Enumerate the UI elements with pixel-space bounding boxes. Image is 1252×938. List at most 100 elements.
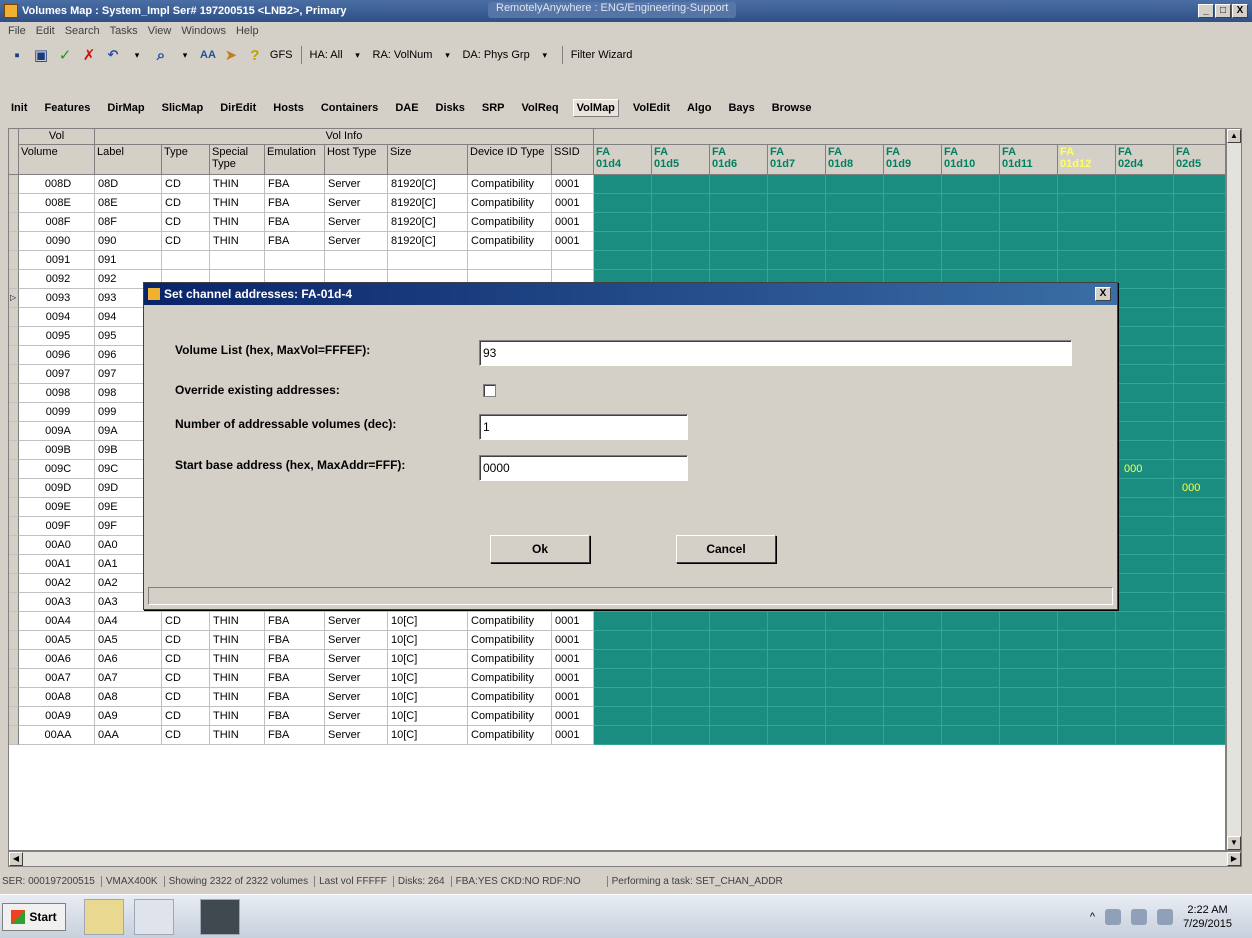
column-header-host-type[interactable]: Host Type: [325, 145, 388, 175]
table-cell-ssid[interactable]: 0001: [552, 631, 594, 650]
table-cell-label[interactable]: 0AA: [95, 726, 162, 745]
table-cell-special[interactable]: THIN: [210, 175, 265, 194]
fa-address-value[interactable]: 000: [1124, 460, 1142, 478]
table-cell-vol[interactable]: 00A5: [19, 631, 95, 650]
table-cell-size[interactable]: 10[C]: [388, 669, 468, 688]
row-header[interactable]: [9, 707, 19, 726]
table-row[interactable]: 008D 08D CD THIN FBA Server 81920[C] Compatibil…: [9, 175, 1225, 194]
fa-cells[interactable]: [594, 232, 1225, 251]
table-cell-ssid[interactable]: 0001: [552, 612, 594, 631]
menu-search[interactable]: Search: [65, 25, 100, 37]
font-size-button[interactable]: AA: [200, 49, 216, 61]
tab-algo[interactable]: Algo: [684, 100, 714, 116]
table-row[interactable]: 008F 08F CD THIN FBA Server 81920[C] Compatibil…: [9, 213, 1225, 232]
table-cell-emu[interactable]: FBA: [265, 650, 325, 669]
table-cell-type[interactable]: CD: [162, 726, 210, 745]
fa-column-header-01d4[interactable]: FA 01d4: [594, 145, 652, 175]
tab-dae[interactable]: DAE: [392, 100, 421, 116]
table-cell-vol[interactable]: 0099: [19, 403, 95, 422]
table-row[interactable]: 00A4 0A4 CD THIN FBA Server 10[C] Compatibility…: [9, 612, 1225, 631]
table-cell-special[interactable]: THIN: [210, 650, 265, 669]
table-cell-label[interactable]: 0A9: [95, 707, 162, 726]
table-cell-label[interactable]: 091: [95, 251, 162, 270]
table-cell-emu[interactable]: FBA: [265, 688, 325, 707]
scroll-down-icon[interactable]: ▼: [1227, 836, 1241, 850]
undo-icon[interactable]: ↶: [104, 46, 122, 64]
fa-address-value[interactable]: 000: [1182, 479, 1200, 497]
table-cell-vol[interactable]: 008E: [19, 194, 95, 213]
row-header[interactable]: [9, 517, 19, 536]
scroll-right-icon[interactable]: ▶: [1227, 852, 1241, 866]
table-cell-ssid[interactable]: 0001: [552, 669, 594, 688]
fa-cells[interactable]: [594, 213, 1225, 232]
volume-icon[interactable]: [1157, 909, 1174, 925]
tab-voledit[interactable]: VolEdit: [630, 100, 673, 116]
row-header[interactable]: [9, 650, 19, 669]
menu-windows[interactable]: Windows: [181, 25, 226, 37]
menu-edit[interactable]: Edit: [36, 25, 55, 37]
table-cell-size[interactable]: 81920[C]: [388, 213, 468, 232]
fa-column-header-02d5[interactable]: FA 02d5: [1174, 145, 1225, 175]
chevron-down-icon[interactable]: ▾: [349, 46, 367, 64]
table-cell-dev[interactable]: Compatibility: [468, 688, 552, 707]
fa-cells[interactable]: [594, 650, 1225, 669]
monitor-icon[interactable]: [1131, 909, 1148, 925]
table-cell-vol[interactable]: 00AA: [19, 726, 95, 745]
row-header[interactable]: [9, 251, 19, 270]
table-cell-vol[interactable]: 009A: [19, 422, 95, 441]
table-cell-vol[interactable]: 0091: [19, 251, 95, 270]
table-cell-label[interactable]: 0A4: [95, 612, 162, 631]
table-cell-dev[interactable]: Compatibility: [468, 669, 552, 688]
table-cell-host[interactable]: Server: [325, 707, 388, 726]
ha-filter-dropdown[interactable]: HA: All: [310, 49, 343, 61]
table-cell-vol[interactable]: 00A7: [19, 669, 95, 688]
tab-disks[interactable]: Disks: [433, 100, 468, 116]
table-row[interactable]: 00A5 0A5 CD THIN FBA Server 10[C] Compatibility…: [9, 631, 1225, 650]
table-cell-type[interactable]: CD: [162, 688, 210, 707]
dropdown-arrow-icon[interactable]: ▾: [176, 46, 194, 64]
column-header-emulation[interactable]: Emulation: [265, 145, 325, 175]
tab-features[interactable]: Features: [42, 100, 94, 116]
table-cell-dev[interactable]: [468, 251, 552, 270]
row-header[interactable]: [9, 346, 19, 365]
table-cell-host[interactable]: Server: [325, 669, 388, 688]
table-cell-special[interactable]: [210, 251, 265, 270]
server-manager-icon[interactable]: [134, 899, 174, 935]
table-cell-vol[interactable]: 008F: [19, 213, 95, 232]
table-cell-label[interactable]: 090: [95, 232, 162, 251]
table-cell-dev[interactable]: Compatibility: [468, 650, 552, 669]
table-cell-host[interactable]: Server: [325, 631, 388, 650]
row-header[interactable]: [9, 498, 19, 517]
table-cell-type[interactable]: CD: [162, 631, 210, 650]
table-cell-type[interactable]: CD: [162, 232, 210, 251]
minimize-button[interactable]: _: [1198, 4, 1214, 18]
table-cell-ssid[interactable]: 0001: [552, 707, 594, 726]
close-button[interactable]: X: [1232, 4, 1248, 18]
table-cell-special[interactable]: THIN: [210, 688, 265, 707]
table-cell-vol[interactable]: 00A3: [19, 593, 95, 612]
table-cell-ssid[interactable]: 0001: [552, 726, 594, 745]
column-header-special-type[interactable]: Special Type: [210, 145, 265, 175]
table-cell-special[interactable]: THIN: [210, 612, 265, 631]
chevron-down-icon[interactable]: ▾: [536, 46, 554, 64]
row-header[interactable]: [9, 213, 19, 232]
table-cell-type[interactable]: CD: [162, 707, 210, 726]
ra-filter-dropdown[interactable]: RA: VolNum: [373, 49, 433, 61]
table-cell-host[interactable]: Server: [325, 688, 388, 707]
override-addresses-checkbox[interactable]: [483, 384, 496, 397]
fa-cells[interactable]: [594, 175, 1225, 194]
table-cell-label[interactable]: 08D: [95, 175, 162, 194]
table-cell-vol[interactable]: 00A4: [19, 612, 95, 631]
table-cell-host[interactable]: Server: [325, 726, 388, 745]
table-cell-type[interactable]: CD: [162, 194, 210, 213]
volume-list-input[interactable]: [479, 340, 1072, 366]
fa-cells[interactable]: [594, 194, 1225, 213]
table-cell-vol[interactable]: 009D: [19, 479, 95, 498]
table-cell-special[interactable]: THIN: [210, 631, 265, 650]
row-header[interactable]: [9, 688, 19, 707]
table-cell-vol[interactable]: 0093: [19, 289, 95, 308]
fa-cells[interactable]: [594, 612, 1225, 631]
row-header[interactable]: [9, 403, 19, 422]
table-row[interactable]: 00A8 0A8 CD THIN FBA Server 10[C] Compatibility…: [9, 688, 1225, 707]
table-cell-host[interactable]: Server: [325, 175, 388, 194]
